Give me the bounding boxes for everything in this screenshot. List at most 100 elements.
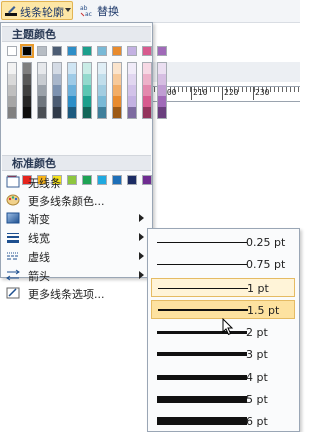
theme-shade-swatch[interactable] bbox=[158, 74, 166, 85]
theme-shade-swatch[interactable] bbox=[53, 63, 61, 74]
theme-shade-swatch[interactable] bbox=[158, 107, 166, 118]
theme-shade-swatch[interactable] bbox=[8, 107, 16, 118]
line-weight-option[interactable]: 1 pt bbox=[151, 278, 295, 297]
line-weight-option[interactable]: 4 pt bbox=[151, 368, 295, 387]
theme-shade-swatch[interactable] bbox=[158, 63, 166, 74]
theme-shade-swatch[interactable] bbox=[128, 63, 136, 74]
theme-color-swatch[interactable] bbox=[67, 46, 77, 56]
line-weight-option[interactable]: 1.5 pt bbox=[151, 300, 295, 319]
menu-item[interactable]: 更多线条选项... bbox=[2, 284, 151, 302]
theme-shade-swatch[interactable] bbox=[53, 85, 61, 96]
menu-item[interactable]: 线宽 bbox=[2, 228, 151, 246]
menu-item[interactable]: 虚线 bbox=[2, 247, 151, 265]
theme-shade-swatch[interactable] bbox=[98, 85, 106, 96]
theme-shade-swatch[interactable] bbox=[158, 96, 166, 107]
theme-shade-swatch[interactable] bbox=[83, 74, 91, 85]
menu-item[interactable]: 渐变 bbox=[2, 209, 151, 227]
theme-color-swatch[interactable] bbox=[82, 46, 92, 56]
theme-shade-swatch[interactable] bbox=[83, 107, 91, 118]
theme-shade-swatch[interactable] bbox=[68, 85, 76, 96]
theme-shade-swatch[interactable] bbox=[53, 107, 61, 118]
theme-shade-column bbox=[7, 62, 17, 119]
theme-shade-swatch[interactable] bbox=[68, 96, 76, 107]
theme-shade-swatch[interactable] bbox=[98, 74, 106, 85]
theme-shade-swatch[interactable] bbox=[23, 85, 31, 96]
theme-shade-swatch[interactable] bbox=[98, 107, 106, 118]
theme-shade-swatch[interactable] bbox=[143, 74, 151, 85]
theme-shade-swatch[interactable] bbox=[128, 74, 136, 85]
menu-item[interactable]: 箭头 bbox=[2, 266, 151, 284]
theme-shade-swatch[interactable] bbox=[83, 96, 91, 107]
arrow-style-icon bbox=[6, 269, 20, 281]
theme-shade-swatch[interactable] bbox=[128, 107, 136, 118]
theme-shade-swatch[interactable] bbox=[8, 96, 16, 107]
line-options-icon bbox=[6, 287, 20, 299]
theme-shade-swatch[interactable] bbox=[158, 85, 166, 96]
theme-shade-swatch[interactable] bbox=[38, 96, 46, 107]
theme-shade-swatch[interactable] bbox=[113, 96, 121, 107]
menu-item[interactable]: 无线条 bbox=[2, 173, 151, 191]
theme-shade-swatch[interactable] bbox=[23, 63, 31, 74]
theme-shade-swatch[interactable] bbox=[53, 96, 61, 107]
theme-shade-swatch[interactable] bbox=[8, 63, 16, 74]
theme-color-swatch[interactable] bbox=[127, 46, 137, 56]
line-weight-option[interactable]: 0.75 pt bbox=[151, 255, 295, 274]
shape-outline-button[interactable]: 线条轮廓 bbox=[1, 1, 73, 20]
theme-color-swatch[interactable] bbox=[97, 46, 107, 56]
theme-shade-swatch[interactable] bbox=[143, 85, 151, 96]
gradient-icon bbox=[6, 212, 20, 224]
theme-shade-swatch[interactable] bbox=[68, 74, 76, 85]
theme-color-swatch[interactable] bbox=[142, 46, 152, 56]
ruler-background bbox=[150, 62, 300, 82]
menu-item-label: 渐变 bbox=[28, 213, 50, 226]
theme-color-swatch[interactable] bbox=[37, 46, 47, 56]
ruler-label: 220 bbox=[224, 88, 239, 97]
theme-color-swatch[interactable] bbox=[7, 46, 17, 56]
line-weight-option[interactable]: 6 pt bbox=[151, 412, 295, 431]
theme-shade-swatch[interactable] bbox=[23, 74, 31, 85]
theme-shade-swatch[interactable] bbox=[38, 85, 46, 96]
theme-shade-swatch[interactable] bbox=[113, 74, 121, 85]
menu-item-label: 更多线条选项... bbox=[28, 288, 105, 301]
line-weight-option[interactable]: 5 pt bbox=[151, 390, 295, 409]
theme-shade-swatch[interactable] bbox=[38, 74, 46, 85]
no-line-icon bbox=[6, 176, 20, 188]
svg-text:ac: ac bbox=[85, 11, 92, 17]
theme-shade-swatch[interactable] bbox=[68, 107, 76, 118]
theme-shade-swatch[interactable] bbox=[53, 74, 61, 85]
theme-shade-swatch[interactable] bbox=[128, 85, 136, 96]
theme-color-swatch[interactable] bbox=[157, 46, 167, 56]
theme-shade-swatch[interactable] bbox=[143, 107, 151, 118]
replace-icon: ab ac bbox=[80, 5, 92, 17]
menu-item[interactable]: 更多线条颜色... bbox=[2, 191, 151, 209]
theme-shade-swatch[interactable] bbox=[83, 63, 91, 74]
theme-color-swatch[interactable] bbox=[20, 44, 34, 58]
theme-shade-swatch[interactable] bbox=[8, 74, 16, 85]
theme-shade-swatch[interactable] bbox=[113, 107, 121, 118]
theme-shade-swatch[interactable] bbox=[143, 63, 151, 74]
line-weight-preview bbox=[157, 242, 247, 243]
theme-shade-swatch[interactable] bbox=[23, 107, 31, 118]
theme-shade-swatch[interactable] bbox=[113, 85, 121, 96]
menu-item-label: 虚线 bbox=[28, 251, 50, 264]
replace-label: 替换 bbox=[97, 5, 119, 18]
horizontal-ruler[interactable]: 200 210 220 230 bbox=[150, 86, 300, 102]
theme-color-swatch[interactable] bbox=[52, 46, 62, 56]
theme-shade-swatch[interactable] bbox=[128, 96, 136, 107]
theme-shade-swatch[interactable] bbox=[98, 96, 106, 107]
theme-shade-swatch[interactable] bbox=[8, 85, 16, 96]
palette-icon bbox=[6, 194, 20, 206]
theme-shade-swatch[interactable] bbox=[68, 63, 76, 74]
theme-shade-swatch[interactable] bbox=[38, 107, 46, 118]
theme-shade-swatch[interactable] bbox=[98, 63, 106, 74]
theme-shade-swatch[interactable] bbox=[143, 96, 151, 107]
theme-shade-column bbox=[97, 62, 107, 119]
theme-shade-swatch[interactable] bbox=[113, 63, 121, 74]
theme-shade-swatch[interactable] bbox=[83, 85, 91, 96]
theme-shade-swatch[interactable] bbox=[38, 63, 46, 74]
theme-color-swatch[interactable] bbox=[112, 46, 122, 56]
line-weight-option[interactable]: 3 pt bbox=[151, 345, 295, 364]
theme-shade-swatch[interactable] bbox=[23, 96, 31, 107]
line-weight-option[interactable]: 0.25 pt bbox=[151, 233, 295, 252]
line-weight-label: 6 pt bbox=[246, 415, 268, 428]
